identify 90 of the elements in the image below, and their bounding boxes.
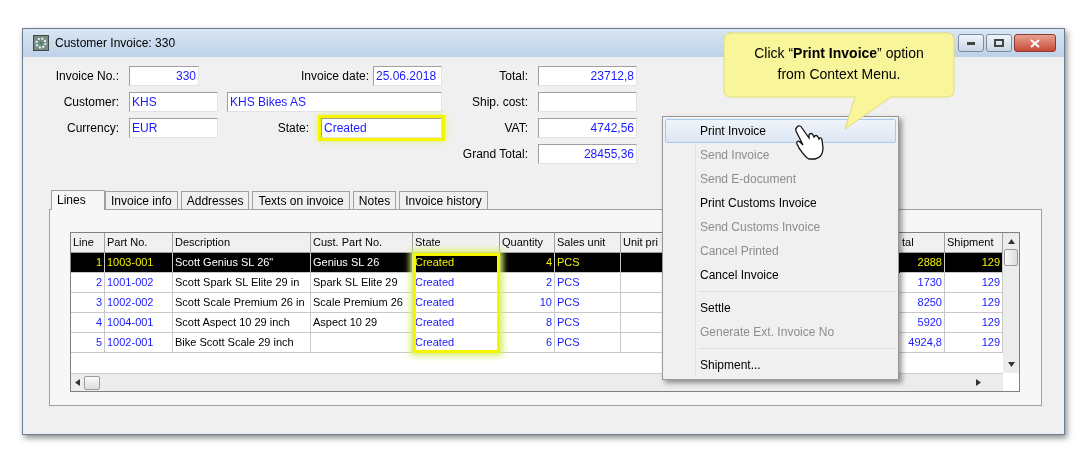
table-cell-text: Created <box>415 275 455 291</box>
field-label: State: <box>277 120 309 137</box>
scroll-right-icon <box>976 379 981 386</box>
table-cell-text: 3 <box>95 295 102 311</box>
table-cell-text: Spark SL Elite 29 <box>313 275 398 291</box>
table-cell-text: 6 <box>545 335 552 351</box>
text-field[interactable]: 4742,56 <box>538 118 637 138</box>
table-cell-text: 2 <box>95 275 102 291</box>
table-cell-text: Bike Scott Scale 29 inch <box>175 335 294 351</box>
table-cell-text: 2 <box>545 275 552 291</box>
scroll-up-icon <box>1007 239 1015 244</box>
menu-item[interactable]: Shipment... <box>665 353 896 377</box>
scroll-down-icon <box>1007 362 1015 367</box>
scrollbar-thumb[interactable] <box>1004 249 1018 266</box>
scroll-left-icon <box>75 379 80 386</box>
table-cell-text: 129 <box>981 335 1000 351</box>
table-cell-text: 1001-002 <box>107 275 154 291</box>
table-cell-text: 129 <box>981 255 1000 271</box>
text-field[interactable]: Created <box>321 118 442 138</box>
field-label: Invoice date: <box>300 68 369 85</box>
tab[interactable]: Addresses <box>180 191 250 209</box>
table-cell-text: Created <box>415 295 455 311</box>
text-field[interactable]: 28455,36 <box>538 144 637 164</box>
field-label: Ship. cost: <box>471 94 528 111</box>
table-cell-text: 1002-002 <box>107 295 154 311</box>
vertical-scrollbar[interactable] <box>1003 233 1019 373</box>
table-cell-text: Created <box>415 255 455 271</box>
text-field[interactable]: 330 <box>129 66 199 86</box>
table-cell-text: 8 <box>545 315 552 331</box>
tab[interactable]: Invoice history <box>399 191 488 209</box>
tab[interactable]: Notes <box>352 191 397 209</box>
table-cell-text: 1002-001 <box>107 335 154 351</box>
text-field[interactable]: 23712,8 <box>538 66 637 86</box>
maximize-icon <box>994 39 1004 47</box>
tab[interactable]: Invoice info <box>105 191 178 209</box>
field-label: Currency: <box>67 120 119 137</box>
tab[interactable]: Lines <box>51 190 105 210</box>
table-cell-text: 10 <box>539 295 552 311</box>
table-cell-text: 1 <box>95 255 102 271</box>
table-cell-text: 129 <box>981 315 1000 331</box>
table-cell-text: 5920 <box>917 315 942 331</box>
table-cell-text: 1004-001 <box>107 315 154 331</box>
field-label: Customer: <box>63 94 119 111</box>
menu-item[interactable]: Print Invoice <box>665 119 896 143</box>
table-cell-text: PCS <box>557 275 580 291</box>
table-cell-text: Created <box>415 315 455 331</box>
text-field[interactable]: KHS Bikes AS <box>227 92 442 112</box>
tab[interactable]: Texts on invoice <box>252 191 350 209</box>
text-field[interactable]: EUR <box>129 118 218 138</box>
maximize-button[interactable] <box>986 34 1012 52</box>
table-cell-text: Scott Genius SL 26" <box>175 255 274 271</box>
hand-cursor-icon <box>793 124 825 162</box>
table-cell-text: Scott Spark SL Elite 29 in <box>175 275 300 291</box>
field-label: Grand Total: <box>462 146 528 163</box>
minimize-icon <box>967 41 975 45</box>
table-cell-text: Genius SL 26 <box>313 255 380 271</box>
table-cell-text: 8250 <box>917 295 942 311</box>
text-field[interactable] <box>538 92 637 112</box>
field-label: Invoice No.: <box>55 68 119 85</box>
table-cell-text: 2888 <box>917 255 942 271</box>
table-cell-text: Scott Scale Premium 26 in <box>175 295 305 311</box>
table-cell-text: 129 <box>981 295 1000 311</box>
table-cell-text: PCS <box>557 315 580 331</box>
table-cell-text: 4 <box>545 255 552 271</box>
text-field[interactable]: 25.06.2018 <box>373 66 442 86</box>
table-cell-text: 4924,8 <box>908 335 942 351</box>
table-cell-text: PCS <box>557 255 580 271</box>
table-cell-text: 1003-001 <box>107 255 154 271</box>
table-cell-text: Scott Aspect 10 29 inch <box>175 315 290 331</box>
field-label: Total: <box>499 68 528 85</box>
window-title: Customer Invoice: 330 <box>55 35 176 52</box>
table-cell-text: 1730 <box>917 275 942 291</box>
column-header[interactable]: State <box>413 233 500 253</box>
table-cell-text: PCS <box>557 335 580 351</box>
close-icon <box>1030 38 1040 48</box>
menu-item[interactable]: Print Customs Invoice <box>665 191 896 215</box>
table-cell-text: 4 <box>95 315 102 331</box>
table-cell-text: Scale Premium 26 <box>313 295 403 311</box>
minimize-button[interactable] <box>958 34 984 52</box>
table-cell-text: PCS <box>557 295 580 311</box>
callout-text: Click “Print Invoice” option from Context Menu. <box>753 44 925 84</box>
table-cell-text: Aspect 10 29 <box>313 315 378 331</box>
close-button[interactable] <box>1014 34 1056 52</box>
scrollbar-thumb[interactable] <box>84 375 100 390</box>
table-cell-text: 5 <box>95 335 102 351</box>
table-cell-text: 129 <box>981 275 1000 291</box>
text-field[interactable]: KHS <box>129 92 218 112</box>
app-icon <box>33 35 49 51</box>
field-label: VAT: <box>504 120 528 137</box>
table-cell-text: Created <box>415 335 455 351</box>
